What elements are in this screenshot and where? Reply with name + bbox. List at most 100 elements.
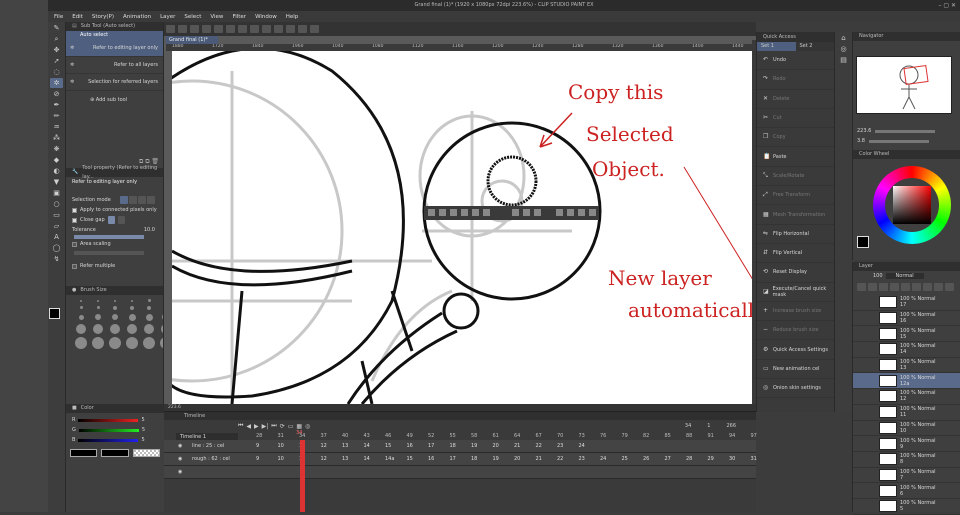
layer-row[interactable]: 100 % Normal 10: [853, 421, 960, 437]
snap-icon[interactable]: [286, 25, 295, 33]
layer-row[interactable]: 100 % Normal 14: [853, 342, 960, 358]
show-selection-icon[interactable]: [274, 25, 283, 33]
track-cell[interactable]: 17: [450, 456, 456, 462]
qa-delete[interactable]: ✕ Delete: [757, 90, 834, 109]
menu-item-animation[interactable]: Animation: [123, 14, 151, 20]
frame-icon[interactable]: ▭: [50, 210, 63, 220]
brush-size-dot[interactable]: [97, 299, 99, 302]
brush-icon[interactable]: ♒: [50, 122, 63, 132]
brush-size-dot[interactable]: [76, 324, 86, 334]
qa-scale[interactable]: ⤡ Scale/Rotate: [757, 167, 834, 187]
track-cell[interactable]: 20: [514, 456, 520, 462]
qa-mesh[interactable]: ▦ Mesh Transformation: [757, 205, 834, 225]
brush-size-dot[interactable]: [145, 313, 153, 321]
layer-blend-mode[interactable]: Normal: [885, 273, 924, 279]
timeline-track[interactable]: ◉: [164, 466, 756, 479]
qa-reduce-brush[interactable]: − Reduce brush size: [757, 321, 834, 341]
menu-item-file[interactable]: File: [54, 14, 63, 20]
layer-row[interactable]: 100 % Normal 17: [853, 295, 960, 311]
track-cell[interactable]: 15: [385, 443, 391, 449]
operation-icon[interactable]: ➚: [50, 56, 63, 66]
brush-size-dot[interactable]: [113, 305, 117, 310]
area-scaling-row[interactable]: Area scaling: [66, 239, 163, 249]
frame-end-value[interactable]: 266: [726, 423, 736, 429]
track-cell[interactable]: 31: [751, 456, 757, 462]
navigator-icon[interactable]: ⌂: [837, 33, 850, 43]
brush-size-grid[interactable]: [66, 295, 163, 353]
transform-icon[interactable]: [238, 25, 247, 33]
close-gap-checkbox[interactable]: [72, 217, 77, 223]
sub-color-box[interactable]: [101, 449, 129, 457]
tab-set-1[interactable]: Set 1: [757, 42, 796, 51]
selection-mode-intersect[interactable]: [146, 196, 155, 204]
ruler-icon[interactable]: ▱: [50, 221, 63, 231]
last-frame-icon[interactable]: ⏭: [271, 422, 276, 430]
track-cell[interactable]: 9: [256, 443, 259, 449]
brush-size-dot[interactable]: [112, 314, 118, 320]
qa-paste[interactable]: 📋 Paste: [757, 147, 834, 167]
brush-size-dot[interactable]: [114, 299, 116, 302]
track-cell[interactable]: 18: [471, 456, 477, 462]
brush-size-dot[interactable]: [95, 314, 101, 320]
track-cell[interactable]: 30: [729, 456, 735, 462]
blue-value[interactable]: 5: [141, 437, 144, 443]
tab-set-2[interactable]: Set 2: [795, 42, 834, 51]
new-raster-layer-icon[interactable]: [857, 283, 866, 291]
open-icon[interactable]: [178, 25, 187, 33]
redo-bar-icon[interactable]: [214, 25, 223, 33]
track-cell[interactable]: 23: [579, 456, 585, 462]
brush-size-dot[interactable]: [110, 324, 120, 334]
track-cell[interactable]: 21: [514, 443, 520, 449]
rotate-value[interactable]: 3.8: [857, 138, 865, 144]
layer-property-icon[interactable]: ▤: [837, 55, 850, 65]
brush-size-dot[interactable]: [147, 305, 151, 310]
brush-size-dot[interactable]: [80, 299, 82, 302]
track-cell[interactable]: 26: [643, 456, 649, 462]
balloon-icon[interactable]: ◯: [50, 243, 63, 253]
track-cell[interactable]: 16: [407, 443, 413, 449]
auto-select-icon[interactable]: ✲: [50, 78, 63, 88]
current-color-box[interactable]: [70, 449, 98, 457]
specify-cel-icon[interactable]: ▦: [296, 423, 302, 430]
area-scaling-checkbox[interactable]: [72, 241, 77, 247]
subtool-item-editing-layer[interactable]: ✲ Refer to editing layer only: [66, 40, 163, 57]
frame-start-value[interactable]: 1: [707, 423, 710, 429]
qa-new-cel[interactable]: ▭ New animation cel: [757, 360, 834, 380]
brush-size-dot[interactable]: [130, 305, 134, 310]
move-icon[interactable]: ✥: [50, 45, 63, 55]
selection-mode-add[interactable]: [128, 196, 137, 204]
figure-icon[interactable]: ○: [50, 199, 63, 209]
menu-item-select[interactable]: Select: [184, 14, 201, 20]
track-cell[interactable]: 22: [536, 443, 542, 449]
red-value[interactable]: 5: [141, 417, 144, 423]
lasso-icon[interactable]: ◌: [50, 67, 63, 77]
timeline-track[interactable]: ◉rough : 62 : cel9101112131414a151617181…: [164, 453, 757, 466]
layer-row[interactable]: 100 % Normal 9: [853, 436, 960, 452]
track-cell[interactable]: 29: [708, 456, 714, 462]
layer-row[interactable]: 100 % Normal 5: [853, 499, 960, 515]
clear-icon[interactable]: [226, 25, 235, 33]
airbrush-icon[interactable]: ⁂: [50, 133, 63, 143]
rotate-slider[interactable]: [868, 139, 929, 143]
layer-row[interactable]: 100 % Normal 12a: [853, 373, 960, 390]
track-cell[interactable]: 28: [686, 456, 692, 462]
deselect-icon[interactable]: [250, 25, 259, 33]
track-cell[interactable]: 9: [256, 456, 259, 462]
refer-multiple-row[interactable]: Refer multiple: [66, 261, 163, 271]
zoom-value[interactable]: 223.6: [857, 128, 871, 134]
decoration-icon[interactable]: ❋: [50, 144, 63, 154]
color-swatches[interactable]: [48, 308, 66, 338]
main-color-swatch[interactable]: [49, 308, 60, 319]
track-cell[interactable]: 16: [428, 456, 434, 462]
snap-perspective-icon[interactable]: [310, 25, 319, 33]
add-subtool-button[interactable]: ⊕ Add sub tool: [66, 91, 163, 108]
blue-slider[interactable]: [78, 438, 139, 442]
zoom-slider[interactable]: [875, 129, 936, 133]
menu-item-edit[interactable]: Edit: [72, 14, 83, 20]
new-vector-layer-icon[interactable]: [868, 283, 877, 291]
timeline-track[interactable]: ◉line : 25 : cel910111213141516171819202…: [164, 440, 756, 453]
layer-mask-icon[interactable]: [912, 283, 921, 291]
selection-mode-subtract[interactable]: [137, 196, 146, 204]
apply-connected-row[interactable]: Apply to connected pixels only: [66, 205, 163, 215]
brush-size-dot[interactable]: [127, 324, 137, 334]
